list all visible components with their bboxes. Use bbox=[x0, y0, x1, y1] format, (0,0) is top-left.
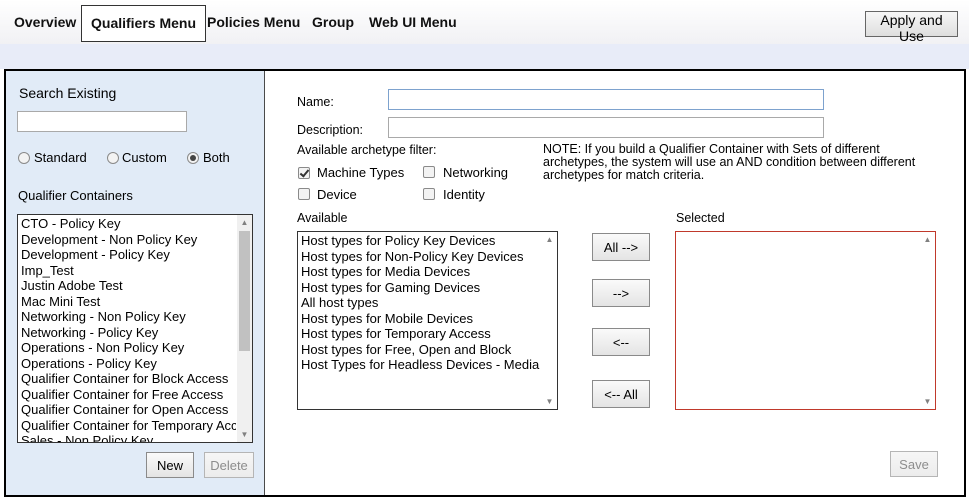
qualifier-container-item[interactable]: Qualifier Container for Temporary Access bbox=[21, 418, 236, 434]
checkbox-identity-label: Identity bbox=[443, 187, 485, 202]
top-navigation: Overview Qualifiers Menu Policies Menu G… bbox=[0, 0, 969, 44]
save-button[interactable]: Save bbox=[890, 451, 938, 477]
selected-scrollbar[interactable]: ▲ ▼ bbox=[920, 232, 935, 409]
available-item[interactable]: Host types for Mobile Devices bbox=[301, 311, 541, 327]
scroll-up-icon[interactable]: ▲ bbox=[542, 232, 557, 247]
archetype-note: NOTE: If you build a Qualifier Container… bbox=[543, 142, 916, 182]
scroll-down-icon[interactable]: ▼ bbox=[920, 394, 935, 409]
move-right-button[interactable]: --> bbox=[592, 279, 650, 307]
left-panel: Search Existing Standard Custom Both Qua… bbox=[6, 71, 265, 495]
selected-label: Selected bbox=[676, 211, 725, 225]
name-input[interactable] bbox=[388, 89, 824, 110]
tab-web-ui-menu[interactable]: Web UI Menu bbox=[360, 5, 466, 42]
available-item[interactable]: Host types for Media Devices bbox=[301, 264, 541, 280]
move-all-right-button[interactable]: All --> bbox=[592, 233, 650, 261]
checkbox-networking-label: Networking bbox=[443, 165, 509, 180]
checkbox-identity[interactable] bbox=[423, 188, 435, 200]
scroll-thumb[interactable] bbox=[239, 231, 250, 351]
scroll-down-icon[interactable]: ▼ bbox=[542, 394, 557, 409]
radio-standard[interactable] bbox=[18, 152, 30, 164]
radio-custom[interactable] bbox=[107, 152, 119, 164]
qualifier-container-item[interactable]: Development - Policy Key bbox=[21, 247, 236, 263]
available-list[interactable]: Host types for Policy Key Devices Host ty… bbox=[297, 231, 558, 410]
available-item[interactable]: Host types for Gaming Devices bbox=[301, 280, 541, 296]
sub-header-strip bbox=[0, 44, 969, 69]
available-item[interactable]: Host types for Policy Key Devices bbox=[301, 233, 541, 249]
available-item[interactable]: Host types for Non-Policy Key Devices bbox=[301, 249, 541, 265]
search-existing-input[interactable] bbox=[17, 111, 187, 132]
scroll-up-icon[interactable]: ▲ bbox=[920, 232, 935, 247]
selected-list[interactable]: ▲ ▼ bbox=[675, 231, 936, 410]
qualifier-container-item[interactable]: Mac Mini Test bbox=[21, 294, 236, 310]
qualifier-container-item[interactable]: Development - Non Policy Key bbox=[21, 232, 236, 248]
qualifier-container-item[interactable]: Justin Adobe Test bbox=[21, 278, 236, 294]
search-existing-label: Search Existing bbox=[19, 85, 117, 101]
move-all-left-button[interactable]: <-- All bbox=[592, 380, 650, 408]
radio-both-label: Both bbox=[203, 150, 230, 165]
qualifier-container-item[interactable]: Operations - Non Policy Key bbox=[21, 340, 236, 356]
tab-policies-menu[interactable]: Policies Menu bbox=[198, 5, 309, 42]
available-item[interactable]: Host Types for Headless Devices - Media bbox=[301, 357, 541, 373]
apply-and-use-button[interactable]: Apply and Use bbox=[865, 11, 958, 44]
scroll-down-icon[interactable]: ▼ bbox=[237, 427, 252, 442]
checkbox-device[interactable] bbox=[298, 188, 310, 200]
archetype-filter-label: Available archetype filter: bbox=[297, 143, 437, 157]
available-scrollbar[interactable]: ▲ ▼ bbox=[542, 232, 557, 409]
radio-both[interactable] bbox=[187, 152, 199, 164]
qualifier-container-item[interactable]: Operations - Policy Key bbox=[21, 356, 236, 372]
tab-qualifiers-menu[interactable]: Qualifiers Menu bbox=[81, 5, 207, 42]
delete-button[interactable]: Delete bbox=[204, 452, 254, 478]
description-label: Description: bbox=[297, 123, 363, 137]
qualifier-container-item[interactable]: Sales - Non Policy Key bbox=[21, 433, 236, 442]
qualifier-container-item[interactable]: Imp_Test bbox=[21, 263, 236, 279]
available-item[interactable]: Host types for Temporary Access bbox=[301, 326, 541, 342]
qualifier-container-item[interactable]: Qualifier Container for Block Access bbox=[21, 371, 236, 387]
checkbox-networking[interactable] bbox=[423, 166, 435, 178]
available-item[interactable]: All host types bbox=[301, 295, 541, 311]
available-item[interactable]: Host types for Free, Open and Block bbox=[301, 342, 541, 358]
tab-group[interactable]: Group bbox=[303, 5, 363, 42]
qualifier-editor-frame: Search Existing Standard Custom Both Qua… bbox=[4, 69, 966, 497]
checkbox-device-label: Device bbox=[317, 187, 357, 202]
radio-custom-label: Custom bbox=[122, 150, 167, 165]
name-label: Name: bbox=[297, 95, 334, 109]
available-label: Available bbox=[297, 211, 348, 225]
qualifier-container-item[interactable]: Qualifier Container for Open Access bbox=[21, 402, 236, 418]
qualifier-container-item[interactable]: Networking - Policy Key bbox=[21, 325, 236, 341]
description-input[interactable] bbox=[388, 117, 824, 138]
checkbox-machine-types[interactable] bbox=[298, 167, 310, 179]
qualifier-containers-label: Qualifier Containers bbox=[18, 188, 133, 203]
move-left-button[interactable]: <-- bbox=[592, 328, 650, 356]
qualifier-container-item[interactable]: CTO - Policy Key bbox=[21, 216, 236, 232]
scroll-up-icon[interactable]: ▲ bbox=[237, 215, 252, 230]
radio-standard-label: Standard bbox=[34, 150, 87, 165]
qualifier-containers-list[interactable]: CTO - Policy Key Development - Non Policy… bbox=[17, 214, 253, 443]
qualifier-container-item[interactable]: Networking - Non Policy Key bbox=[21, 309, 236, 325]
containers-scrollbar[interactable]: ▲ ▼ bbox=[237, 215, 252, 442]
tab-overview[interactable]: Overview bbox=[5, 5, 85, 42]
qualifier-container-item[interactable]: Qualifier Container for Free Access bbox=[21, 387, 236, 403]
checkbox-machine-types-label: Machine Types bbox=[317, 165, 405, 180]
new-button[interactable]: New bbox=[146, 452, 194, 478]
